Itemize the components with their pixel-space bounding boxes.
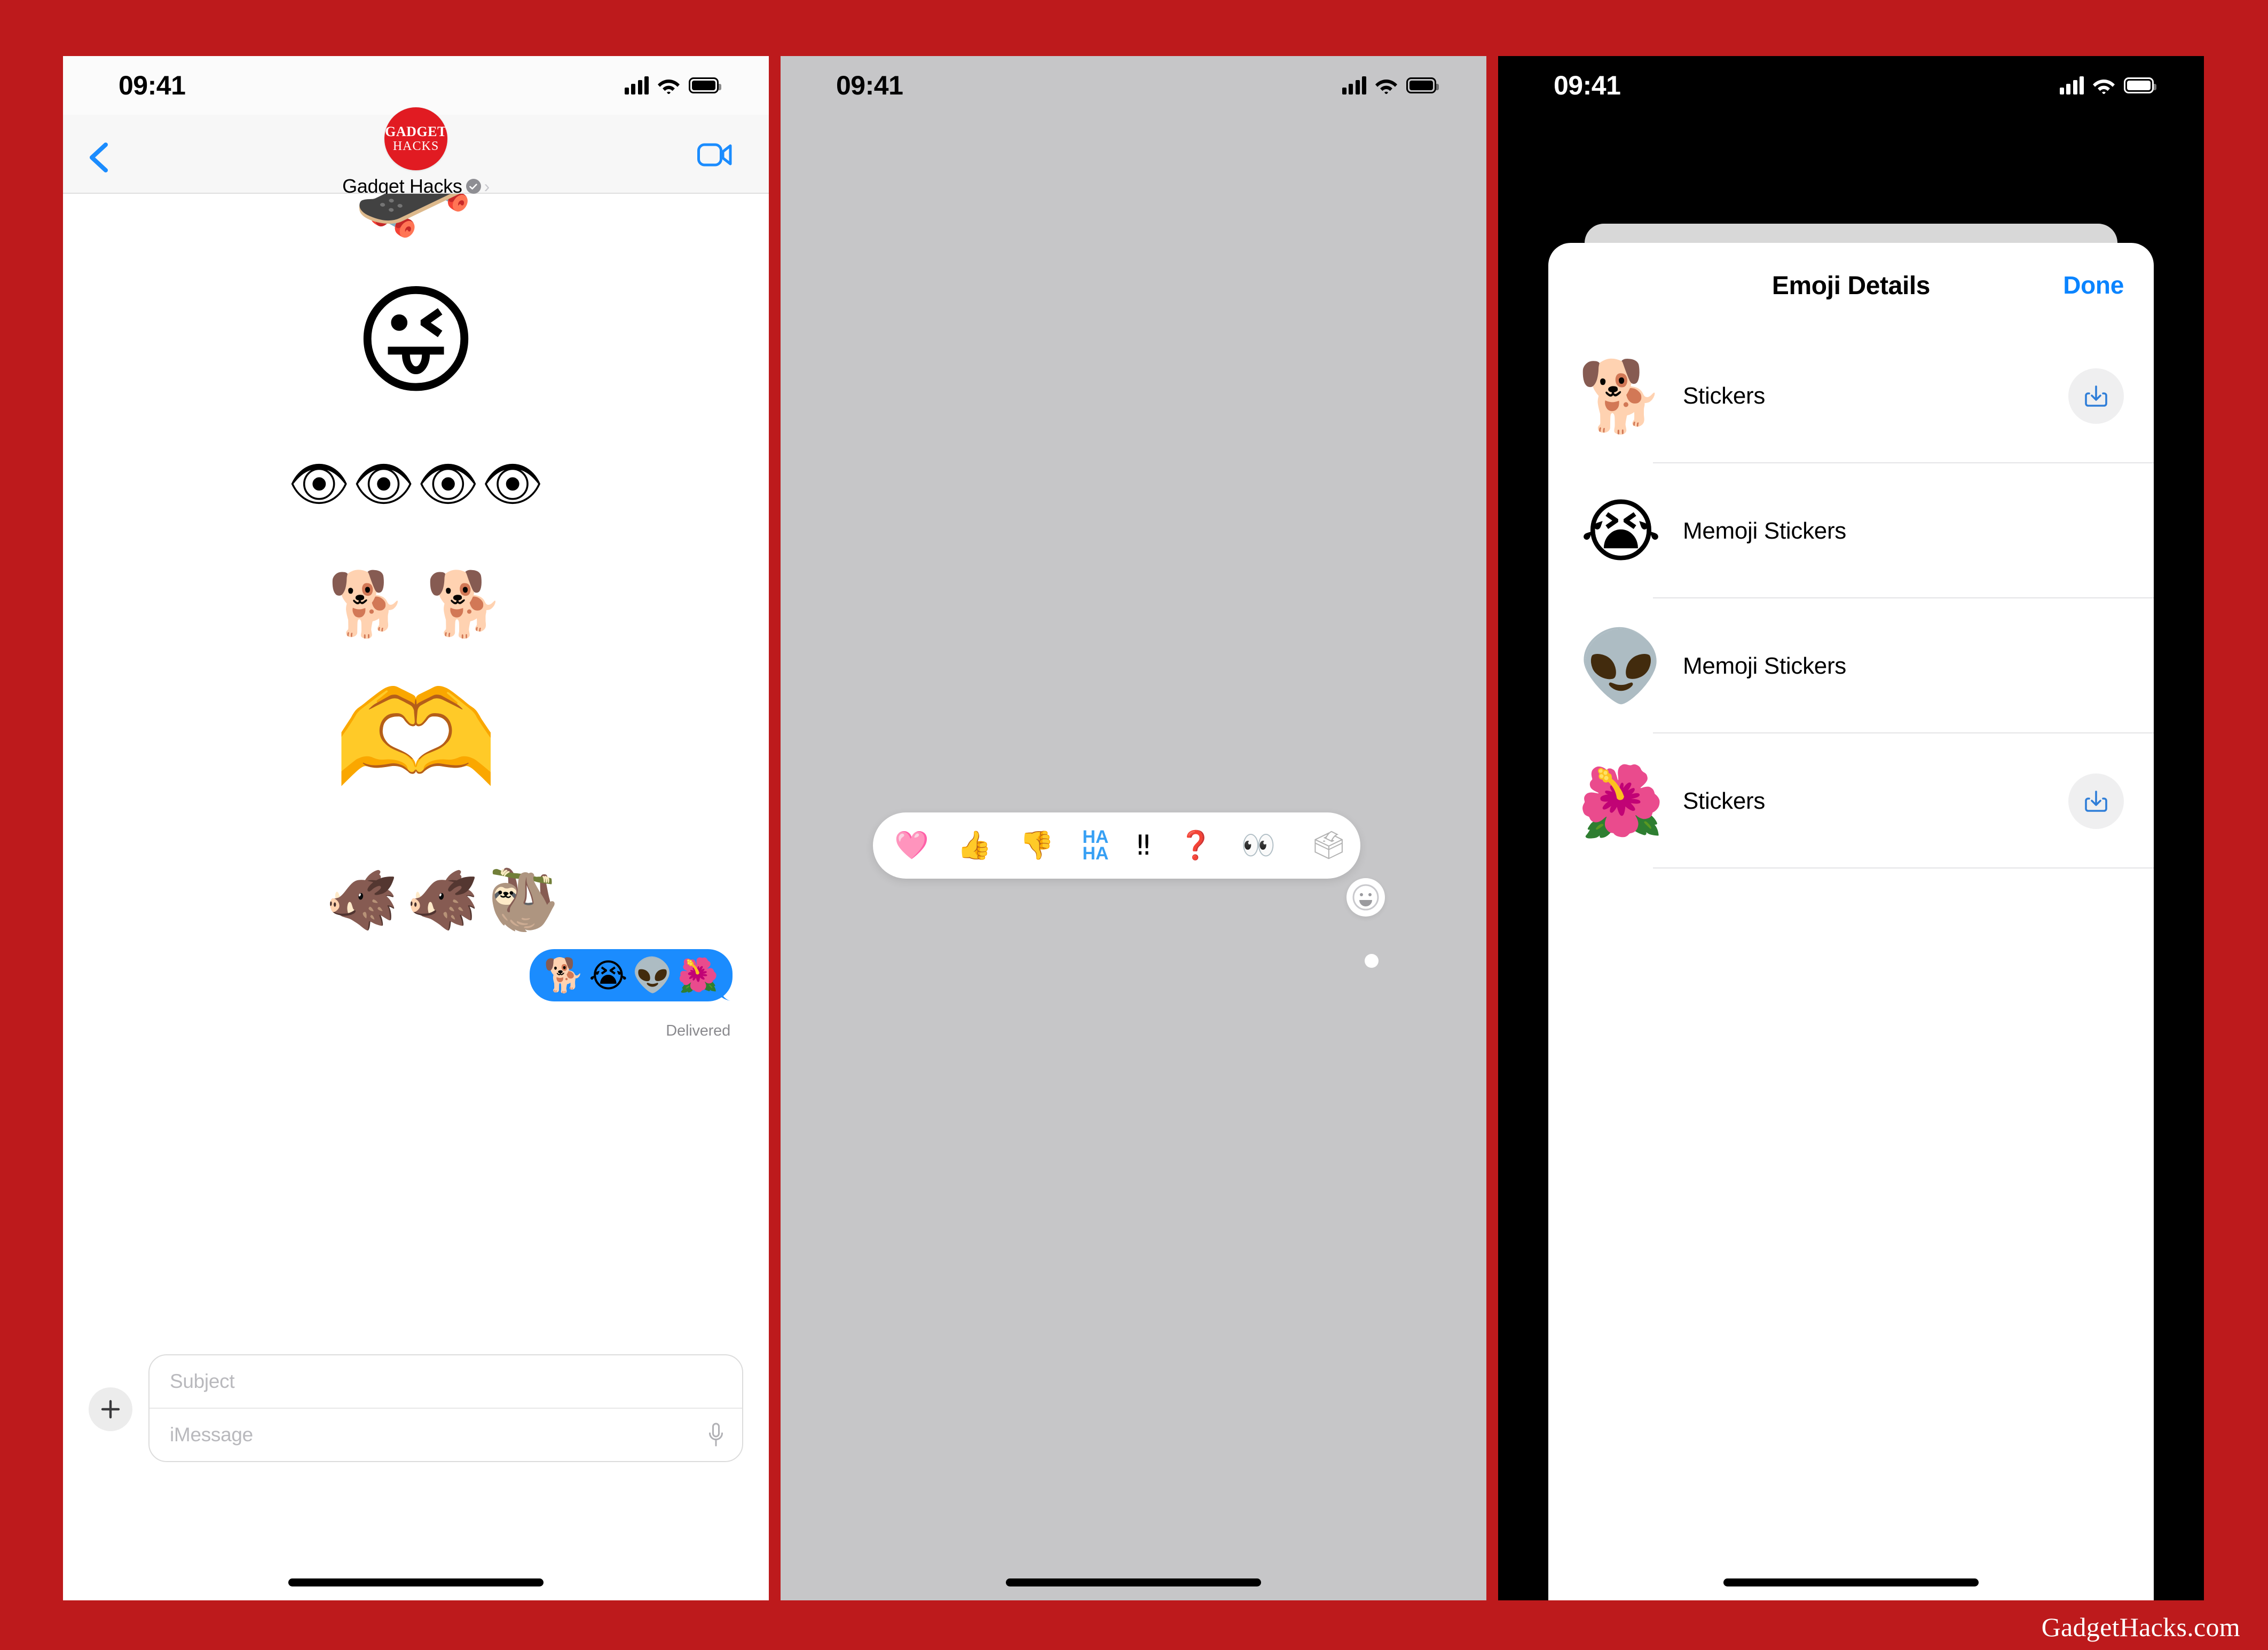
sticker-skateboard: 🛹 [353,194,479,254]
bubble-sticker-dog: 🐕 [543,956,585,994]
tapback-reaction-bar[interactable]: 🩷 👍 👎 HA HA ‼ ❓ 👀 🗳 [873,812,1360,879]
sheet-header: Emoji Details Done [1548,243,2154,328]
emoji-detail-row[interactable]: 👽 Memoji Stickers [1548,598,2154,733]
status-indicators [624,76,721,94]
plus-icon[interactable] [89,1387,132,1431]
sticker-dog-1: 🐕 [328,567,406,641]
emoji-detail-label: Stickers [1683,787,1766,814]
cellular-bars-icon [2059,76,2084,94]
emoji-detail-label: Stickers [1683,382,1766,409]
tapback-thumbs-up[interactable]: 👍 [957,832,991,859]
sticker-eyes-1: 👁 [288,455,351,512]
page-title: Emoji Details [1771,271,1931,300]
phone-screen-emoji-details: 09:41 Emoji Details Done 🐕 Stickers 😭 Me… [1498,56,2204,1600]
status-bar: 09:41 [63,56,769,115]
tapback-pointer-dot [1365,954,1379,968]
status-time: 09:41 [836,70,903,100]
phone-screen-conversation: 09:41 GADGET HACKS Gadget Hacks › 😜 👁 👁 … [63,56,769,1600]
message-list[interactable]: 🛹 😜 👁 👁 👁 👁 🐕 🐕 🫶 🐗 🐗 🦥 [63,194,769,1385]
dog-sticker-thumbnail: 🐕 [1578,355,1664,437]
home-indicator[interactable] [1006,1578,1261,1586]
memoji-alien-thumbnail: 👽 [1578,625,1664,707]
imessage-input[interactable]: iMessage [170,1424,253,1446]
sticker-eyes-2: 👁 [352,455,415,512]
wifi-icon [1375,77,1397,94]
emoji-detail-row[interactable]: 😭 Memoji Stickers [1548,463,2154,598]
tapback-exclamation[interactable]: ‼ [1137,832,1150,859]
sticker-eyes-4: 👁 [481,455,544,512]
bubble-sticker-flower: 🌺 [677,956,719,994]
done-button[interactable]: Done [2063,271,2124,299]
avatar-line-1: GADGET [385,124,447,139]
sticker-memoji-wink-tongue: 😜 [353,271,478,410]
sticker-memoji-heart-hands: 🫶 [333,661,499,817]
status-bar: 09:41 [1498,56,2204,115]
tapback-question[interactable]: ❓ [1178,832,1213,859]
sticker-sloth: 🦥 [486,866,560,934]
delivery-status: Delivered [666,1022,730,1039]
message-composer: Subject iMessage [63,1327,769,1600]
subject-input[interactable]: Subject [149,1355,742,1409]
tapback-pointer-bubble [1346,878,1385,917]
imessage-input-row[interactable]: iMessage [149,1409,742,1461]
emoji-detail-label: Memoji Stickers [1683,652,1846,679]
status-bar: 09:41 [781,56,1486,115]
wifi-icon [2093,77,2115,94]
sticker-dog-2: 🐕 [426,567,504,641]
tapback-heart[interactable]: 🩷 [894,832,929,859]
emoji-detail-row[interactable]: 🌺 Stickers [1548,733,2154,869]
sticker-eyes-3: 👁 [417,455,479,512]
flower-sticker-thumbnail: 🌺 [1578,760,1664,842]
battery-icon [2124,77,2156,93]
emoji-detail-row[interactable]: 🐕 Stickers [1548,328,2154,463]
status-indicators [2059,76,2156,94]
row-divider [1653,867,2154,869]
home-indicator[interactable] [288,1578,544,1586]
tapback-eyes[interactable]: 👀 [1241,832,1275,859]
download-icon[interactable] [2068,368,2124,424]
sticker-message-skateboard[interactable]: 🛹 [63,194,769,254]
home-indicator[interactable] [1723,1578,1979,1586]
sticker-message-dogs[interactable]: 🐕 🐕 [63,545,769,641]
red-background-frame: 09:41 GADGET HACKS Gadget Hacks › 😜 👁 👁 … [0,0,2268,1650]
tapback-thumbs-down[interactable]: 👎 [1020,832,1054,859]
video-camera-icon[interactable] [697,141,733,168]
cellular-bars-icon [624,76,649,94]
cellular-bars-icon [1342,76,1366,94]
status-time: 09:41 [119,70,186,100]
contact-summary[interactable]: GADGET HACKS Gadget Hacks › [63,107,769,198]
memoji-crying-thumbnail: 😭 [1580,490,1661,572]
battery-icon [689,77,721,93]
emoji-details-sheet: Emoji Details Done 🐕 Stickers 😭 Memoji S… [1548,243,2154,1600]
wifi-icon [658,77,680,94]
bubble-sticker-crying-memoji: 😭 [589,956,628,995]
text-entry-field[interactable]: Subject iMessage [148,1354,743,1462]
sticker-boar-2: 🐗 [406,866,479,934]
status-time: 09:41 [1554,70,1621,100]
battery-icon [1406,77,1439,93]
emoji-detail-label: Memoji Stickers [1683,517,1846,544]
sticker-message-eyes[interactable]: 👁 👁 👁 👁 [63,438,769,513]
bubble-sticker-alien: 👽 [632,956,673,994]
verified-check-icon [466,179,481,194]
sticker-message-memoji-wink[interactable]: 😜 [63,271,769,410]
site-watermark: GadgetHacks.com [2041,1612,2240,1642]
avatar[interactable]: GADGET HACKS [384,107,447,170]
download-icon[interactable] [2068,773,2124,829]
phone-screen-context-menu: 09:41 🩷 👍 👎 HA HA ‼ ❓ 👀 🗳 [781,56,1486,1600]
disclosure-chevron-icon: › [484,177,490,196]
status-indicators [1342,76,1439,94]
sticker-message-heart-hands[interactable]: 🫶 [63,661,769,818]
avatar-line-2: HACKS [392,139,439,153]
tapback-more-emoji[interactable]: 🗳 [1311,832,1346,859]
sent-sticker-bubble[interactable]: 🐕 😭 👽 🌺 [529,949,733,1001]
sticker-message-boars[interactable]: 🐗 🐗 🦥 [63,844,769,935]
conversation-header: GADGET HACKS Gadget Hacks › [63,107,769,197]
microphone-icon[interactable] [708,1423,724,1447]
bubble-tail [716,980,739,1001]
sticker-boar-1: 🐗 [325,866,399,934]
tapback-haha[interactable]: HA HA [1082,828,1108,863]
